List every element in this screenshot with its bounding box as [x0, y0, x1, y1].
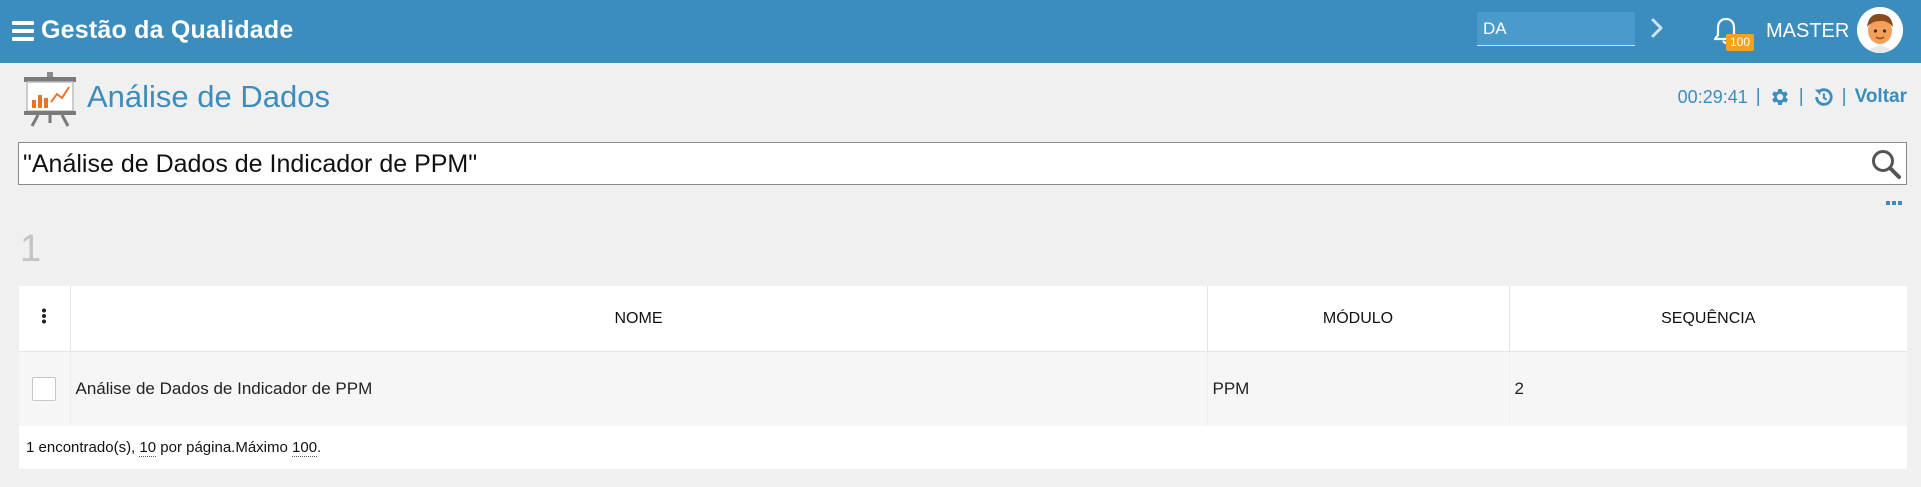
back-link[interactable]: Voltar	[1855, 86, 1907, 108]
per-page-selector[interactable]: 10	[139, 439, 157, 457]
footer-end: .	[317, 439, 322, 456]
more-dots-icon[interactable]	[1886, 193, 1902, 209]
per-page-text: por página.Máximo	[160, 439, 288, 456]
kebab-icon[interactable]	[41, 308, 47, 324]
header-tools: 00:29:41 | | | Voltar	[1678, 86, 1907, 108]
notifications-button[interactable]: 100	[1710, 14, 1754, 52]
search-box	[18, 142, 1907, 185]
pagination-footer: 1 encontrado(s), 10 por página.Máximo 10…	[19, 426, 1907, 469]
cell-nome[interactable]: Análise de Dados de Indicador de PPM	[70, 351, 1208, 426]
column-header-nome[interactable]: NOME	[70, 286, 1208, 352]
cell-modulo: PPM	[1207, 351, 1510, 426]
notification-badge: 100	[1726, 34, 1754, 51]
app-title[interactable]: Gestão da Qualidade	[41, 16, 293, 45]
column-header-sequencia[interactable]: SEQUÊNCIA	[1509, 286, 1907, 352]
search-input[interactable]	[23, 150, 1823, 179]
history-icon[interactable]	[1812, 86, 1834, 108]
separator: |	[1841, 86, 1847, 107]
table-row[interactable]: Análise de Dados de Indicador de PPM PPM…	[19, 351, 1907, 426]
hamburger-icon[interactable]	[12, 21, 34, 41]
table-header-row: NOME MÓDULO SEQUÊNCIA	[19, 286, 1907, 352]
top-bar: Gestão da Qualidade 100 MASTER	[0, 0, 1921, 63]
session-timer: 00:29:41	[1677, 86, 1748, 107]
column-menu[interactable]	[19, 286, 71, 352]
result-count: 1	[20, 228, 42, 270]
separator: |	[1755, 86, 1761, 107]
found-count-text: 1 encontrado(s),	[26, 439, 136, 456]
row-select-cell	[19, 351, 71, 426]
search-icon[interactable]	[1870, 148, 1902, 180]
gear-icon[interactable]	[1769, 86, 1791, 108]
presentation-chart-icon	[20, 70, 80, 128]
user-name[interactable]: MASTER	[1766, 20, 1849, 43]
chevron-right-icon[interactable]	[1648, 16, 1666, 40]
separator: |	[1798, 86, 1804, 107]
page-title: Análise de Dados	[87, 79, 330, 114]
results-table: NOME MÓDULO SEQUÊNCIA Análise de Dados d…	[19, 286, 1907, 469]
row-checkbox[interactable]	[32, 377, 57, 401]
column-header-modulo[interactable]: MÓDULO	[1207, 286, 1510, 352]
context-input[interactable]	[1477, 12, 1635, 46]
cell-sequencia: 2	[1509, 351, 1907, 426]
max-selector[interactable]: 100	[292, 439, 318, 457]
avatar-icon[interactable]	[1857, 7, 1903, 53]
